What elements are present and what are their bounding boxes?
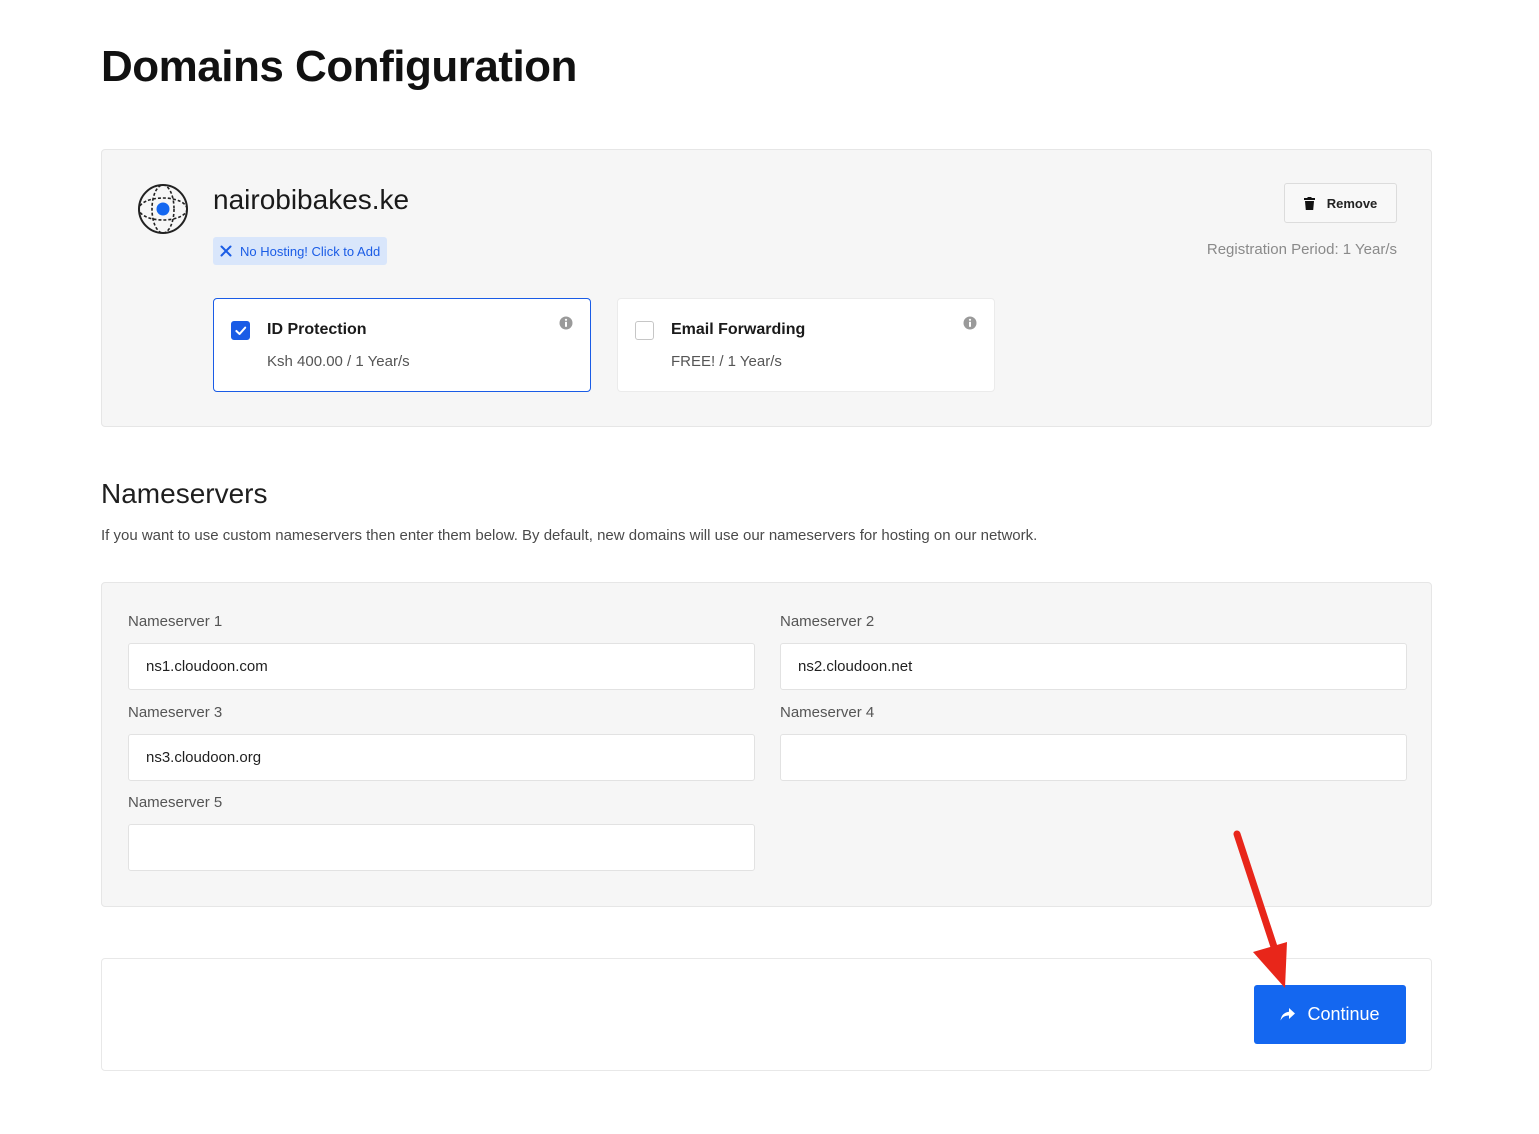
nameservers-heading: Nameservers — [101, 478, 268, 509]
nameserver-2-label: Nameserver 2 — [780, 613, 875, 630]
nameserver-1-input[interactable] — [128, 643, 755, 690]
addon-price: Ksh 400.00 / 1 Year/s — [267, 353, 410, 370]
domain-name: nairobibakes.ke — [213, 184, 410, 215]
globe-icon — [138, 184, 188, 234]
no-hosting-badge[interactable]: No Hosting! Click to Add — [213, 237, 388, 265]
page-title: Domains Configuration — [101, 42, 577, 91]
info-icon[interactable] — [559, 316, 573, 330]
nameserver-2-field: Nameserver 2 — [780, 613, 1407, 690]
nameserver-1-label: Nameserver 1 — [128, 613, 223, 630]
remove-button[interactable]: Remove — [1284, 183, 1397, 223]
addon-email-forwarding[interactable]: Email Forwarding FREE! / 1 Year/s — [617, 298, 995, 392]
nameserver-5-input[interactable] — [128, 824, 755, 871]
nameservers-form: Nameserver 1 Nameserver 2 Nameserver 3 N… — [101, 582, 1432, 907]
id-protection-checkbox[interactable] — [231, 321, 250, 340]
addon-price: FREE! / 1 Year/s — [671, 353, 782, 370]
remove-label: Remove — [1326, 195, 1378, 211]
check-icon — [234, 326, 246, 335]
nameserver-4-input[interactable] — [780, 734, 1407, 781]
checkout-footer — [101, 958, 1432, 1071]
nameserver-5-label: Nameserver 5 — [128, 794, 223, 811]
continue-button[interactable]: Continue — [1254, 985, 1406, 1044]
nameserver-5-field: Nameserver 5 — [128, 794, 755, 871]
nameserver-2-input[interactable] — [780, 643, 1407, 690]
nameserver-4-label: Nameserver 4 — [780, 704, 875, 721]
registration-period: Registration Period: 1 Year/s — [1206, 241, 1397, 258]
nameserver-4-field: Nameserver 4 — [780, 704, 1407, 781]
nameserver-3-field: Nameserver 3 — [128, 704, 755, 781]
no-hosting-label: No Hosting! Click to Add — [240, 243, 381, 259]
continue-label: Continue — [1307, 1004, 1380, 1024]
email-forwarding-checkbox[interactable] — [635, 321, 654, 340]
x-icon — [220, 245, 232, 257]
nameserver-3-input[interactable] — [128, 734, 755, 781]
nameserver-1-field: Nameserver 1 — [128, 613, 755, 690]
nameservers-description: If you want to use custom nameservers th… — [101, 527, 1038, 544]
domain-card: nairobibakes.ke No Hosting! Click to Add… — [101, 149, 1432, 427]
nameserver-3-label: Nameserver 3 — [128, 704, 223, 721]
addon-title: ID Protection — [267, 321, 367, 338]
trash-icon — [1303, 196, 1315, 210]
addon-title: Email Forwarding — [671, 321, 806, 338]
info-icon[interactable] — [963, 316, 977, 330]
addon-id-protection[interactable]: ID Protection Ksh 400.00 / 1 Year/s — [213, 298, 591, 392]
share-arrow-icon — [1280, 1008, 1296, 1021]
